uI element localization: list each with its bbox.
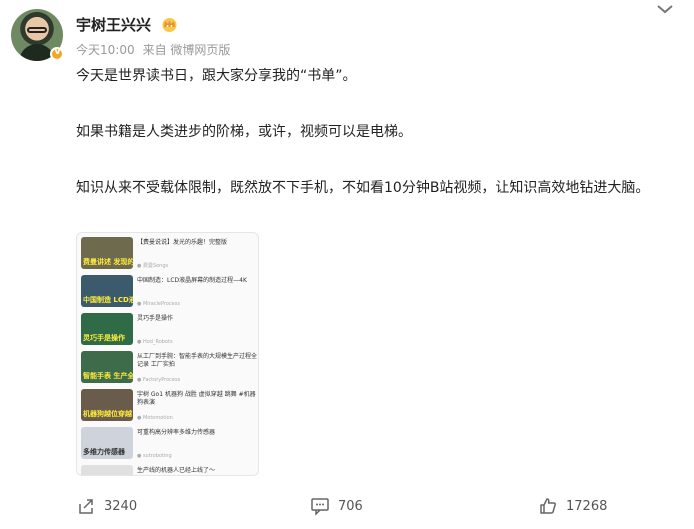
list-item[interactable]: 生产线的机器人已经上线了～ xyxy=(81,465,257,475)
post-text-2: 如果书籍是人类进步的阶梯，或许，视频可以是电梯。 xyxy=(76,124,412,140)
video-title: 【费曼说说】发光的乐趣！完整版 xyxy=(137,239,228,246)
video-thumbnail: 多维力传感器 xyxy=(81,427,133,459)
verified-badge-icon xyxy=(50,47,64,61)
list-item[interactable]: 机器狗越位穿越 宇树 Go1 机器狗 战胜 虚拟穿越 跳舞 #机器狗表演 ● M… xyxy=(81,389,257,423)
video-title: 可重构高分辨率多维力传感器 xyxy=(137,429,216,436)
action-bar: 3240 706 17268 xyxy=(0,496,694,520)
post-text-3: 知识从来不受载体限制，既然放不下手机，不如看10分钟B站视频，让知识高效地钻进大… xyxy=(76,180,650,196)
crown-icon[interactable] xyxy=(161,17,178,32)
comment-button[interactable]: 706 xyxy=(310,496,363,516)
video-thumbnail: 智能手表 生产全过程 xyxy=(81,351,133,383)
like-button[interactable]: 17268 xyxy=(538,496,607,516)
video-title: 生产线的机器人已经上线了～ xyxy=(137,467,216,474)
video-thumbnail: 费曼讲述 发现的乐趣 xyxy=(81,237,133,269)
video-thumbnail: 灵巧手是操作 xyxy=(81,313,133,345)
video-meta: ● Motomotion xyxy=(137,415,173,421)
list-item[interactable]: 智能手表 生产全过程 从工厂到手腕：智能手表的大规模生产过程全记录 工厂实拍 ●… xyxy=(81,351,257,385)
video-title: 灵巧手是操作 xyxy=(137,315,174,322)
share-button[interactable]: 3240 xyxy=(76,496,137,516)
video-meta: ● 费曼Songs xyxy=(137,263,169,269)
post-time[interactable]: 今天10:00 xyxy=(76,41,135,58)
video-meta: ● FactoryProcess xyxy=(137,377,181,383)
chevron-down-icon[interactable] xyxy=(656,3,674,15)
comment-icon xyxy=(311,498,329,516)
playlist-card[interactable]: 费曼讲述 发现的乐趣 【费曼说说】发光的乐趣！完整版 ● 费曼Songs 中国制… xyxy=(76,232,259,476)
video-thumbnail: 中国制造 LCD液晶屏 xyxy=(81,275,133,307)
list-item[interactable]: 多维力传感器 可重构高分辨率多维力传感器 ● sutroboting xyxy=(81,427,257,461)
video-meta: ● MiracleProcess xyxy=(137,301,180,307)
post-text-1: 今天是世界读书日，跟大家分享我的“书单”。 xyxy=(76,68,357,84)
video-title: 从工厂到手腕：智能手表的大规模生产过程全记录 工厂实拍 xyxy=(137,353,258,368)
like-icon xyxy=(540,498,556,514)
video-meta: ● Hod_Robots xyxy=(137,339,173,345)
post-meta: 今天10:00 来自 微博网页版 xyxy=(76,41,230,58)
share-icon xyxy=(79,499,93,514)
video-meta: ● sutroboting xyxy=(137,453,172,459)
list-item[interactable]: 中国制造 LCD液晶屏 中国制造：LCD液晶屏幕的制造过程—4K ● Mirac… xyxy=(81,275,257,309)
video-title: 宇树 Go1 机器狗 战胜 虚拟穿越 跳舞 #机器狗表演 xyxy=(137,391,256,406)
video-title: 中国制造：LCD液晶屏幕的制造过程—4K xyxy=(137,277,247,284)
video-thumbnail: 机器狗越位穿越 xyxy=(81,389,133,421)
author-name[interactable]: 宇树王兴兴 xyxy=(76,14,151,35)
share-count: 3240 xyxy=(104,498,138,514)
post-source: 来自 微博网页版 xyxy=(142,43,231,57)
list-item[interactable]: 灵巧手是操作 灵巧手是操作 ● Hod_Robots xyxy=(81,313,257,347)
comment-count: 706 xyxy=(338,498,363,514)
like-count: 17268 xyxy=(566,498,608,514)
list-item[interactable]: 费曼讲述 发现的乐趣 【费曼说说】发光的乐趣！完整版 ● 费曼Songs xyxy=(81,237,257,271)
video-thumbnail xyxy=(81,465,133,475)
glasses-detail xyxy=(27,27,47,33)
